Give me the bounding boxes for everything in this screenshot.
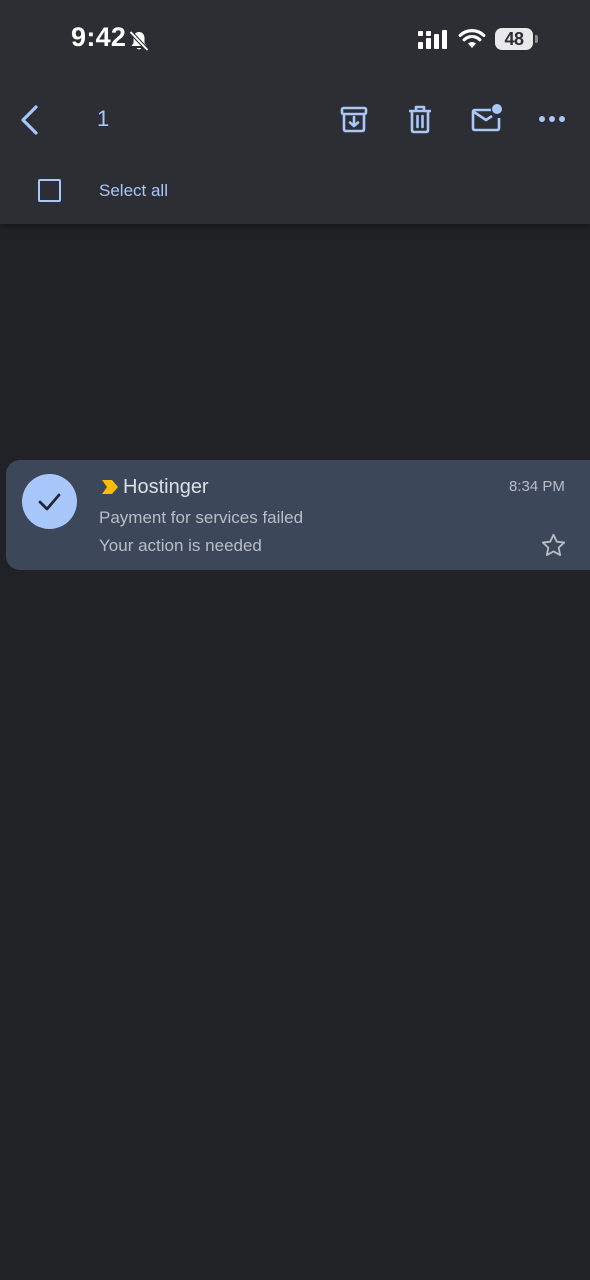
select-all-checkbox[interactable] [38,179,61,202]
selected-avatar[interactable] [22,474,77,529]
more-icon[interactable] [538,113,566,125]
email-snippet: Your action is needed [99,536,262,555]
email-subject: Payment for services failed [99,508,304,527]
battery-icon: 48 [495,28,533,50]
signal-icon [418,30,447,49]
wifi-icon [458,29,486,48]
mark-unread-icon[interactable] [470,103,504,133]
email-time: 8:34 PM [509,478,565,495]
status-time: 9:42 [71,22,127,52]
bell-off-icon [129,30,149,52]
important-marker-icon[interactable] [102,480,118,494]
trash-icon[interactable] [406,104,434,134]
back-arrow-icon[interactable] [18,104,42,136]
select-all-label[interactable]: Select all [99,181,168,201]
email-row[interactable]: Hostinger 8:34 PM Payment for services f… [6,460,590,570]
checkmark-icon [38,493,61,511]
archive-icon[interactable] [339,104,369,134]
top-app-bar: 9:42 48 1 Select all [0,0,590,224]
selected-count: 1 [97,106,110,131]
star-icon[interactable] [540,532,567,559]
email-sender: Hostinger [123,476,209,498]
battery-nub [535,35,538,43]
